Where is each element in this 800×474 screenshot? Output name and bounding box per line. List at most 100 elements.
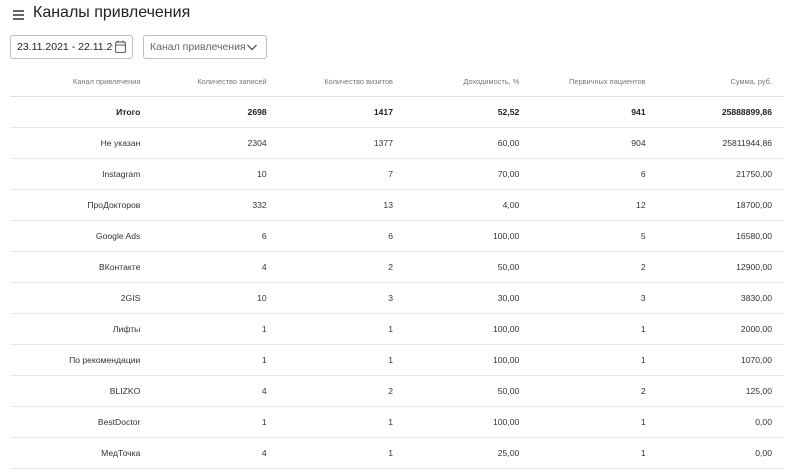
cell-conversion: 30,00 <box>404 282 532 314</box>
cell-visits: 1 <box>278 344 405 376</box>
cell-visits: 1377 <box>278 127 405 159</box>
cell-visits: 2 <box>278 251 405 283</box>
cell-visits: 1 <box>278 313 405 345</box>
cell-channel: BestDoctor <box>10 406 153 438</box>
table-row[interactable]: ПроДокторов 332 13 4,00 12 18700,00 <box>10 189 784 221</box>
cell-primary-patients: 1 <box>531 437 658 469</box>
cell-sum: 21750,00 <box>657 158 784 190</box>
date-range-value: 23.11.2021 - 22.11.2022 <box>17 41 113 53</box>
chevron-down-icon <box>247 44 257 51</box>
cell-conversion: 50,00 <box>404 375 532 407</box>
cell-records: 4 <box>152 437 279 469</box>
cell-conversion: 25,00 <box>404 437 532 469</box>
cell-visits: 13 <box>278 189 405 221</box>
cell-records: 10 <box>152 158 279 190</box>
cell-conversion: 4,00 <box>404 189 532 221</box>
cell-sum: 12900,00 <box>657 251 784 283</box>
table-row[interactable]: Instagram 10 7 70,00 6 21750,00 <box>10 158 784 190</box>
cell-records: 10 <box>152 282 279 314</box>
table-row[interactable]: ВКонтакте 4 2 50,00 2 12900,00 <box>10 251 784 283</box>
menu-icon[interactable] <box>13 10 24 20</box>
table-row[interactable]: BLIZKO 4 2 50,00 2 125,00 <box>10 375 784 407</box>
total-primary-patients: 941 <box>531 96 658 128</box>
cell-primary-patients: 2 <box>531 375 658 407</box>
channels-table: Канал привлечения Количество записей Кол… <box>10 66 784 469</box>
column-header-records[interactable]: Количество записей <box>152 66 279 97</box>
cell-sum: 25811944,86 <box>657 127 784 159</box>
channel-select-placeholder: Канал привлечения <box>150 41 246 53</box>
cell-conversion: 60,00 <box>404 127 532 159</box>
cell-channel: Instagram <box>10 158 153 190</box>
cell-sum: 125,00 <box>657 375 784 407</box>
total-label: Итого <box>10 96 153 128</box>
cell-channel: 2GIS <box>10 282 153 314</box>
cell-conversion: 100,00 <box>404 344 532 376</box>
cell-conversion: 70,00 <box>404 158 532 190</box>
cell-records: 2304 <box>152 127 279 159</box>
column-header-visits[interactable]: Количество визитов <box>278 66 405 97</box>
cell-channel: Лифты <box>10 313 153 345</box>
cell-records: 332 <box>152 189 279 221</box>
table-row[interactable]: 2GIS 10 3 30,00 3 3830,00 <box>10 282 784 314</box>
cell-sum: 1070,00 <box>657 344 784 376</box>
table-row[interactable]: Лифты 1 1 100,00 1 2000,00 <box>10 313 784 345</box>
total-visits: 1417 <box>278 96 405 128</box>
cell-primary-patients: 6 <box>531 158 658 190</box>
table-row[interactable]: Google Ads 6 6 100,00 5 16580,00 <box>10 220 784 252</box>
cell-channel: ВКонтакте <box>10 251 153 283</box>
column-header-channel[interactable]: Канал привлечения <box>10 66 153 97</box>
cell-visits: 6 <box>278 220 405 252</box>
total-conversion: 52,52 <box>404 96 532 128</box>
page-title: Каналы привлечения <box>33 4 191 21</box>
column-header-conversion[interactable]: Доходимость, % <box>404 66 532 97</box>
cell-conversion: 100,00 <box>404 220 532 252</box>
cell-channel: Google Ads <box>10 220 153 252</box>
cell-sum: 0,00 <box>657 406 784 438</box>
table-row[interactable]: По рекомендации 1 1 100,00 1 1070,00 <box>10 344 784 376</box>
cell-channel: МедТочка <box>10 437 153 469</box>
cell-channel: ПроДокторов <box>10 189 153 221</box>
table-row[interactable]: Не указан 2304 1377 60,00 904 25811944,86 <box>10 127 784 159</box>
calendar-icon[interactable] <box>115 40 126 53</box>
cell-primary-patients: 1 <box>531 313 658 345</box>
cell-primary-patients: 12 <box>531 189 658 221</box>
cell-primary-patients: 1 <box>531 344 658 376</box>
cell-sum: 0,00 <box>657 437 784 469</box>
cell-records: 1 <box>152 313 279 345</box>
total-sum: 25888899,86 <box>657 96 784 128</box>
cell-records: 6 <box>152 220 279 252</box>
channel-select[interactable]: Канал привлечения <box>143 35 267 59</box>
table-row[interactable]: МедТочка 4 1 25,00 1 0,00 <box>10 437 784 469</box>
cell-visits: 3 <box>278 282 405 314</box>
column-header-sum[interactable]: Сумма, руб. <box>657 66 784 97</box>
cell-visits: 1 <box>278 406 405 438</box>
cell-records: 4 <box>152 251 279 283</box>
cell-visits: 1 <box>278 437 405 469</box>
cell-visits: 2 <box>278 375 405 407</box>
cell-records: 4 <box>152 375 279 407</box>
total-records: 2698 <box>152 96 279 128</box>
cell-channel: По рекомендации <box>10 344 153 376</box>
cell-sum: 3830,00 <box>657 282 784 314</box>
cell-channel: Не указан <box>10 127 153 159</box>
cell-sum: 2000,00 <box>657 313 784 345</box>
cell-primary-patients: 2 <box>531 251 658 283</box>
cell-records: 1 <box>152 344 279 376</box>
cell-sum: 16580,00 <box>657 220 784 252</box>
date-range-field[interactable]: 23.11.2021 - 22.11.2022 <box>10 35 133 59</box>
column-header-primary-patients[interactable]: Первичных пациентов <box>531 66 658 97</box>
cell-primary-patients: 3 <box>531 282 658 314</box>
cell-conversion: 100,00 <box>404 313 532 345</box>
table-row[interactable]: BestDoctor 1 1 100,00 1 0,00 <box>10 406 784 438</box>
cell-sum: 18700,00 <box>657 189 784 221</box>
cell-visits: 7 <box>278 158 405 190</box>
table-total-row: Итого 2698 1417 52,52 941 25888899,86 <box>10 96 784 128</box>
cell-conversion: 50,00 <box>404 251 532 283</box>
cell-channel: BLIZKO <box>10 375 153 407</box>
cell-primary-patients: 904 <box>531 127 658 159</box>
page-header: Каналы привлечения <box>0 0 800 32</box>
cell-conversion: 100,00 <box>404 406 532 438</box>
table-header-row: Канал привлечения Количество записей Кол… <box>10 66 784 97</box>
cell-records: 1 <box>152 406 279 438</box>
cell-primary-patients: 5 <box>531 220 658 252</box>
